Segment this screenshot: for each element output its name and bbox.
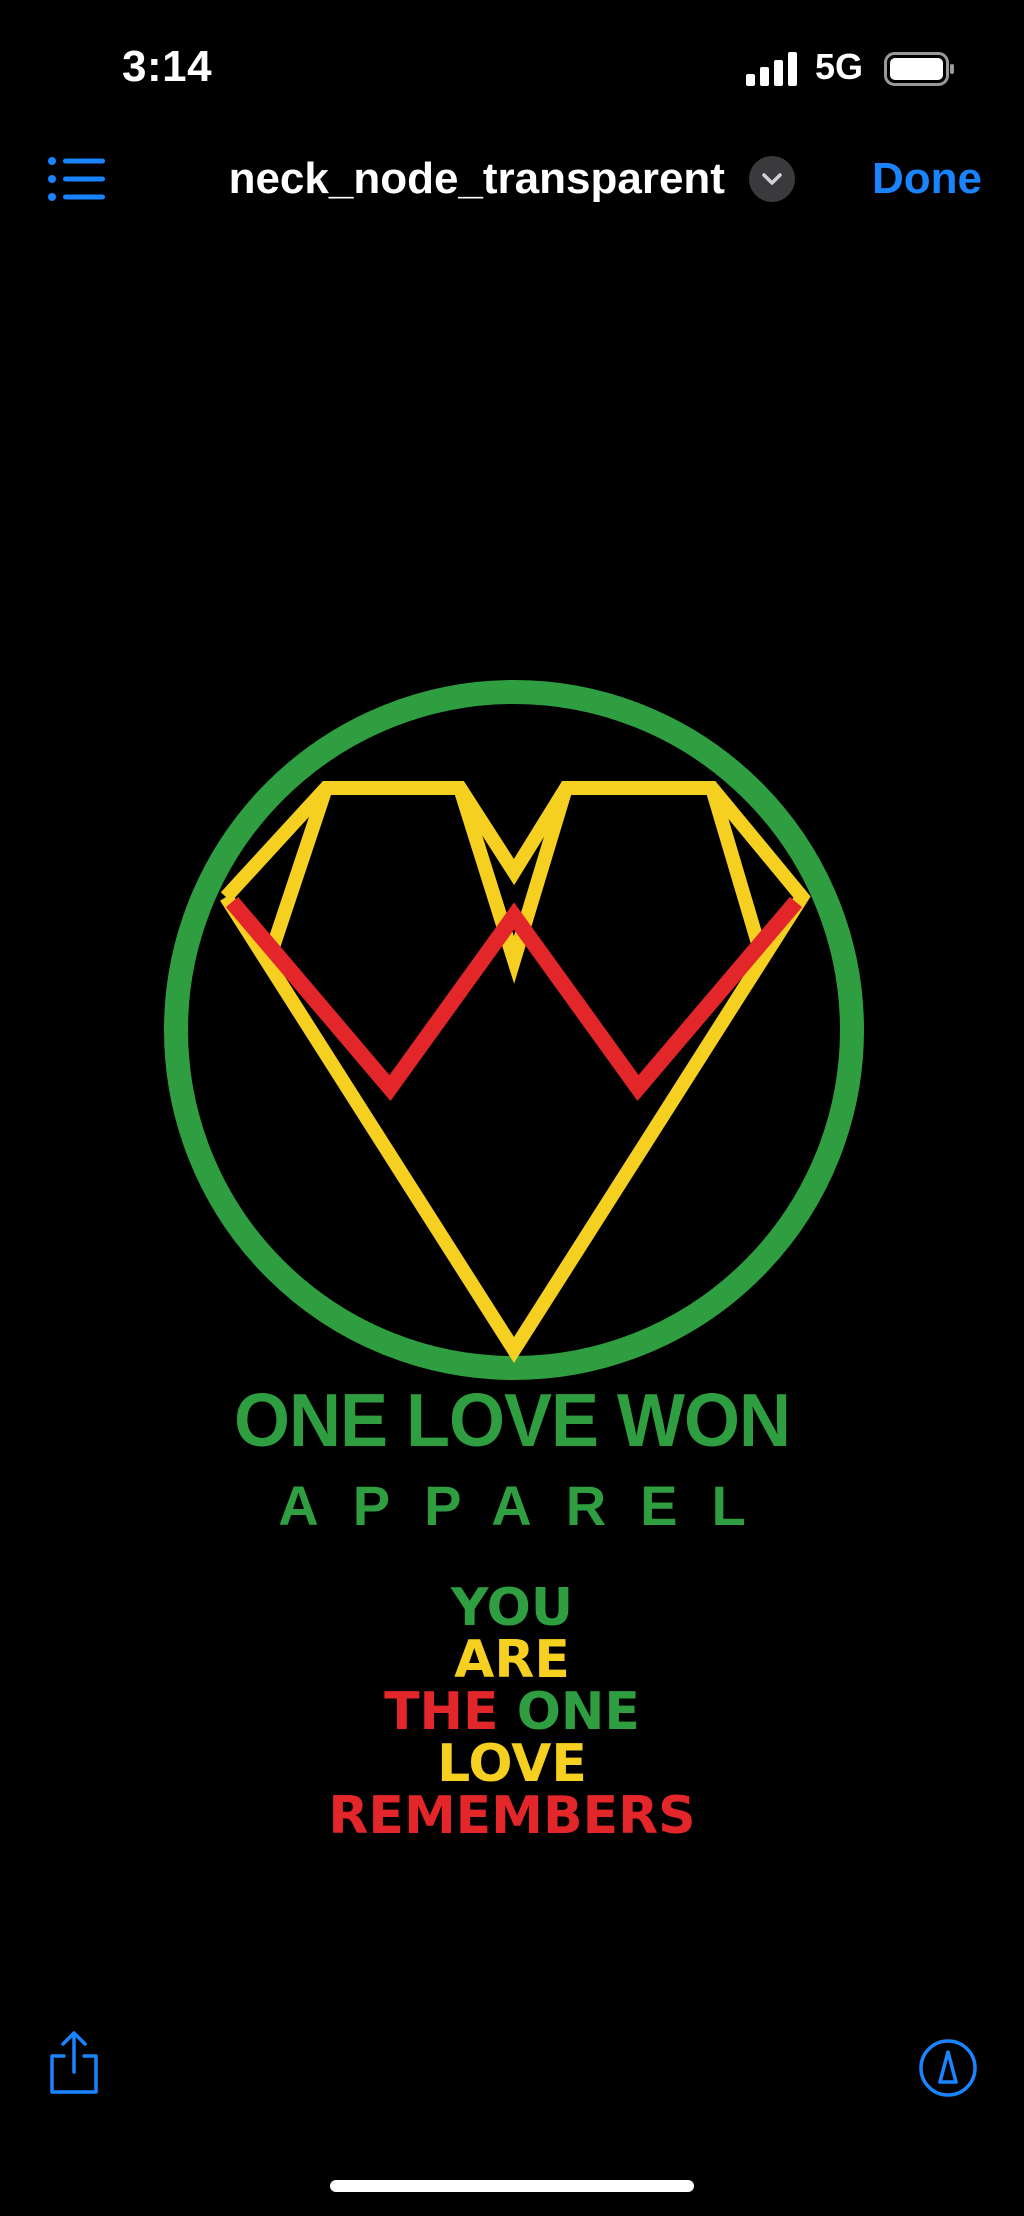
done-button[interactable]: Done: [872, 154, 982, 204]
quick-look-screen: 3:14 5G neck_node_transparent Done ONE L…: [0, 0, 1024, 2216]
logo-red-zigzag: [225, 896, 803, 1101]
status-bar: 3:14 5G: [0, 0, 1024, 140]
brand-subtitle: APPAREL: [278, 1474, 780, 1537]
logo-green-ring: [164, 680, 864, 1380]
markup-icon[interactable]: [918, 2038, 978, 2098]
navigation-bar: neck_node_transparent Done: [0, 140, 1024, 220]
slogan-line-3-word-1: THE: [384, 1682, 499, 1742]
slogan-line-3: THE ONE: [0, 1686, 1024, 1738]
network-type: 5G: [815, 46, 864, 87]
title-container: neck_node_transparent: [0, 154, 1024, 204]
share-icon[interactable]: [46, 2030, 102, 2096]
slogan-block: YOU ARE THE ONE LOVE REMEMBERS: [0, 1582, 1024, 1842]
status-time: 3:14: [122, 42, 213, 91]
logo-yellow-heart: [220, 781, 811, 1364]
slogan-line-4: LOVE: [437, 1734, 587, 1794]
brand-name: ONE LOVE WON: [233, 1379, 791, 1463]
battery-icon: [884, 52, 954, 86]
home-indicator[interactable]: [330, 2180, 694, 2192]
slogan-line-3-word-2: ONE: [516, 1682, 640, 1742]
slogan-line-2: ARE: [454, 1630, 570, 1690]
title-menu-button[interactable]: [749, 156, 796, 202]
logo-artwork: [164, 680, 864, 1380]
cellular-signal-icon: [746, 52, 797, 86]
brand-block: ONE LOVE WON APPAREL: [0, 1379, 1024, 1538]
chevron-down-icon: [762, 173, 783, 185]
slogan-line-5: REMEMBERS: [328, 1786, 696, 1846]
document-title[interactable]: neck_node_transparent: [229, 154, 725, 204]
slogan-line-1: YOU: [450, 1578, 574, 1638]
